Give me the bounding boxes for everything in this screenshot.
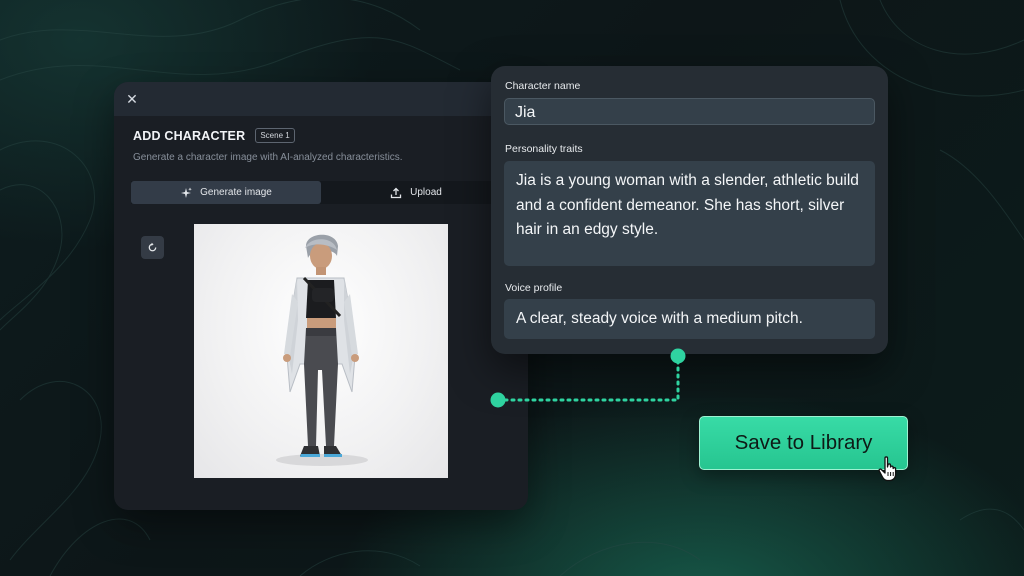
scene-badge: Scene 1 <box>255 128 295 143</box>
tab-upload-label: Upload <box>410 187 442 198</box>
voice-profile-input[interactable]: A clear, steady voice with a medium pitc… <box>504 299 875 339</box>
modal-subtitle: Generate a character image with AI-analy… <box>133 152 403 163</box>
modal-title: ADD CHARACTER <box>133 128 246 143</box>
character-name-label: Character name <box>505 80 581 92</box>
modal-title-row: ADD CHARACTER Scene 1 <box>133 128 295 143</box>
personality-traits-textarea[interactable]: Jia is a young woman with a slender, ath… <box>504 161 875 266</box>
voice-profile-label: Voice profile <box>505 282 563 294</box>
tab-upload[interactable]: Upload <box>321 181 511 204</box>
hand-cursor-icon <box>878 456 897 482</box>
close-icon[interactable]: ✕ <box>124 91 140 107</box>
save-to-library-button[interactable]: Save to Library <box>699 416 908 470</box>
character-name-input[interactable]: Jia <box>504 98 875 125</box>
character-details-panel: Character name Jia Personality traits Ji… <box>491 66 888 354</box>
regenerate-button[interactable] <box>141 236 164 259</box>
modal-header-bar: ✕ <box>114 82 528 116</box>
image-source-tabs: Generate image Upload <box>131 181 511 204</box>
sparkle-icon <box>181 187 192 198</box>
refresh-icon <box>148 242 157 252</box>
tab-generate-image[interactable]: Generate image <box>131 181 321 204</box>
add-character-modal: ✕ ADD CHARACTER Scene 1 Generate a chara… <box>114 82 528 510</box>
tab-generate-image-label: Generate image <box>200 187 272 198</box>
generated-character-image <box>194 224 448 478</box>
character-illustration <box>276 234 368 466</box>
upload-icon <box>390 187 402 198</box>
personality-traits-label: Personality traits <box>505 143 583 155</box>
